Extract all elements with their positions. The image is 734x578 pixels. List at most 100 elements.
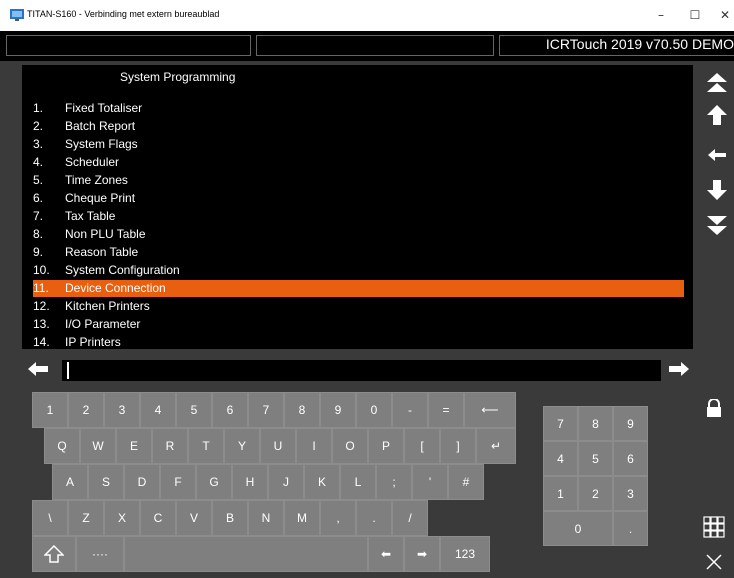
scroll-down-button[interactable] [703, 176, 731, 204]
menu-item-number: 12. [33, 299, 50, 313]
key[interactable]: F [160, 464, 196, 500]
key[interactable]: 2 [68, 392, 104, 428]
key[interactable]: T [188, 428, 224, 464]
grid-icon[interactable] [703, 516, 725, 538]
numpad-key-zero[interactable]: 0 [543, 511, 613, 546]
key[interactable]: U [260, 428, 296, 464]
menu-item[interactable]: 2. Batch Report [33, 118, 684, 135]
key[interactable]: O [332, 428, 368, 464]
key[interactable]: 5 [176, 392, 212, 428]
text-input[interactable] [62, 360, 661, 381]
key[interactable]: E [116, 428, 152, 464]
menu-item-label: I/O Parameter [65, 317, 141, 331]
numpad-key[interactable]: 8 [578, 406, 613, 441]
numpad-key-dot[interactable]: . [613, 511, 648, 546]
key[interactable]: D [124, 464, 160, 500]
key[interactable]: [ [404, 428, 440, 464]
key[interactable]: 6 [212, 392, 248, 428]
menu-item-label: Batch Report [65, 119, 136, 133]
key[interactable]: R [152, 428, 188, 464]
cursor-right-icon[interactable] [669, 362, 689, 376]
key[interactable]: G [196, 464, 232, 500]
menu-item[interactable]: 9. Reason Table [33, 244, 684, 261]
numeric-mode-key[interactable]: 123 [440, 536, 490, 572]
menu-item[interactable]: 1. Fixed Totaliser [33, 100, 684, 117]
numpad-key[interactable]: 2 [578, 476, 613, 511]
shift-key[interactable] [32, 536, 76, 572]
numpad-key[interactable]: 3 [613, 476, 648, 511]
key[interactable]: W [80, 428, 116, 464]
close-icon[interactable] [703, 551, 725, 573]
menu-item[interactable]: 13. I/O Parameter [33, 316, 684, 333]
key[interactable]: A [52, 464, 88, 500]
numpad-key[interactable]: 7 [543, 406, 578, 441]
key[interactable]: H [232, 464, 268, 500]
key[interactable]: V [176, 500, 212, 536]
menu-item[interactable]: 5. Time Zones [33, 172, 684, 189]
backspace-key[interactable]: ⟵ [464, 392, 516, 428]
key[interactable]: Z [68, 500, 104, 536]
menu-item[interactable]: 10. System Configuration [33, 262, 684, 279]
key[interactable]: I [296, 428, 332, 464]
key[interactable]: M [284, 500, 320, 536]
menu-item[interactable]: 12. Kitchen Printers [33, 298, 684, 315]
key[interactable]: P [368, 428, 404, 464]
cursor-left-icon[interactable] [28, 362, 48, 376]
key[interactable]: Q [44, 428, 80, 464]
key[interactable]: 8 [284, 392, 320, 428]
key[interactable]: \ [32, 500, 68, 536]
key[interactable]: / [392, 500, 428, 536]
menu-item-number: 2. [33, 119, 44, 133]
key[interactable]: # [448, 464, 484, 500]
key[interactable]: J [268, 464, 304, 500]
key[interactable]: C [140, 500, 176, 536]
maximize-button[interactable]: ☐ [678, 3, 712, 27]
menu-item[interactable]: 11. Device Connection [33, 280, 684, 297]
key[interactable]: , [320, 500, 356, 536]
numpad-key[interactable]: 6 [613, 441, 648, 476]
key[interactable]: ; [376, 464, 412, 500]
key[interactable]: S [88, 464, 124, 500]
key[interactable]: 7 [248, 392, 284, 428]
key[interactable]: Y [224, 428, 260, 464]
remote-desktop-icon [10, 9, 24, 21]
menu-item[interactable]: 7. Tax Table [33, 208, 684, 225]
key[interactable]: 3 [104, 392, 140, 428]
scroll-up-button[interactable] [703, 101, 731, 129]
key[interactable]: L [340, 464, 376, 500]
key[interactable]: = [428, 392, 464, 428]
cursor-right-key[interactable]: ➡ [404, 536, 440, 572]
numpad-key[interactable]: 1 [543, 476, 578, 511]
key[interactable]: - [392, 392, 428, 428]
key[interactable]: X [104, 500, 140, 536]
key[interactable]: ] [440, 428, 476, 464]
close-window-button[interactable]: ✕ [708, 3, 734, 27]
key[interactable]: 4 [140, 392, 176, 428]
minimize-button[interactable]: – [644, 3, 678, 27]
key[interactable]: 9 [320, 392, 356, 428]
numpad-key[interactable]: 4 [543, 441, 578, 476]
scroll-top-button[interactable] [703, 69, 731, 97]
menu-item[interactable]: 3. System Flags [33, 136, 684, 153]
lock-button[interactable] [693, 393, 734, 423]
key[interactable]: . [356, 500, 392, 536]
key[interactable]: ' [412, 464, 448, 500]
space-key[interactable] [124, 536, 368, 572]
enter-key[interactable]: ↵ [476, 428, 516, 464]
key[interactable]: 1 [32, 392, 68, 428]
scroll-back-button[interactable] [703, 141, 731, 169]
menu-item[interactable]: 4. Scheduler [33, 154, 684, 171]
menu-item[interactable]: 6. Cheque Print [33, 190, 684, 207]
cursor-left-key[interactable]: ⬅ [368, 536, 404, 572]
key[interactable]: B [212, 500, 248, 536]
key[interactable]: 0 [356, 392, 392, 428]
onscreen-keyboard: 1 2 3 4 5 6 7 8 9 0- = ⟵ Q W E R T Y U I O P[] ↵ A S D F G H J K L; ' # \ Z… [32, 392, 516, 575]
key[interactable]: K [304, 464, 340, 500]
scroll-bottom-button[interactable] [703, 211, 731, 239]
key[interactable]: N [248, 500, 284, 536]
menu-item[interactable]: 8. Non PLU Table [33, 226, 684, 243]
numpad-key[interactable]: 9 [613, 406, 648, 441]
numpad-key[interactable]: 5 [578, 441, 613, 476]
more-symbols-key[interactable]: ···· [76, 536, 124, 572]
menu-item[interactable]: 14. IP Printers [33, 334, 684, 351]
